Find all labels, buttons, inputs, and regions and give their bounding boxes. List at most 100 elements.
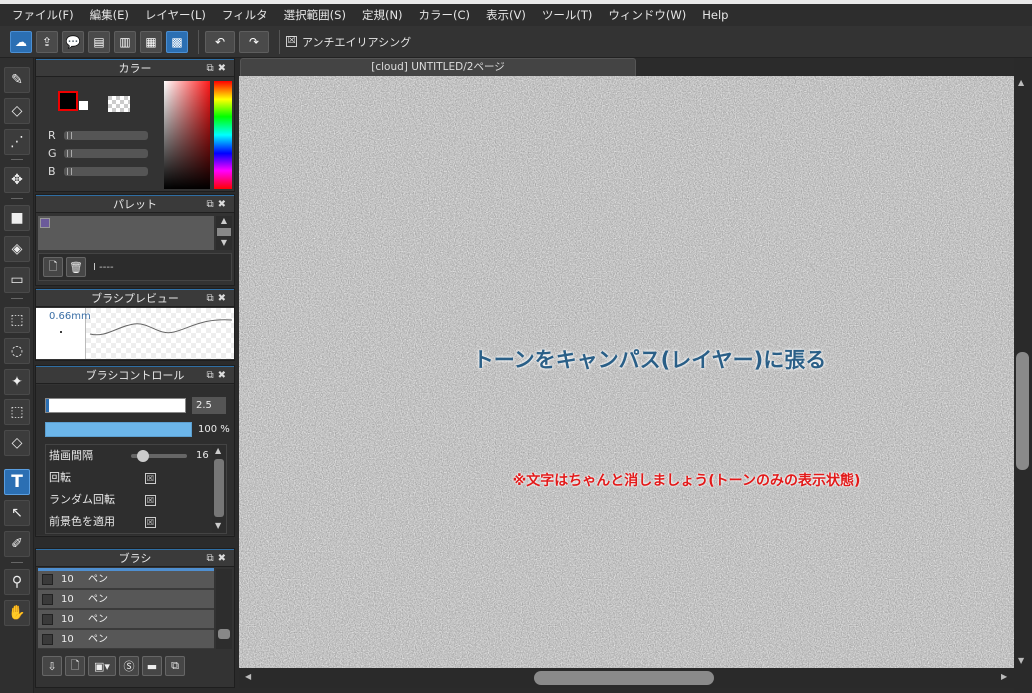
palette-swatch[interactable] [40, 218, 50, 228]
eraser-icon[interactable]: ◇ [4, 98, 30, 124]
brush-list-scrollbar[interactable] [216, 569, 232, 649]
scroll-thumb[interactable] [214, 459, 224, 517]
brush-list-item[interactable]: 10 ペン [38, 570, 214, 589]
canvas[interactable]: トーンをキャンパス(レイヤー)に張る ※文字はちゃんと消しましょう(トーンのみの… [239, 76, 1014, 668]
red-slider[interactable] [64, 130, 148, 140]
scroll-up-icon[interactable]: ▲ [216, 216, 232, 226]
green-slider[interactable] [64, 148, 148, 158]
scroll-left-icon[interactable]: ◀ [245, 672, 251, 681]
eyedropper-icon[interactable]: ✐ [4, 531, 30, 557]
comment-icon[interactable]: ▤ [88, 30, 110, 53]
panel-window-controls[interactable]: ⧉✖ [206, 367, 230, 384]
menu-layer[interactable]: レイヤー(L) [137, 4, 214, 26]
antialias-checkbox[interactable]: ☒ [286, 36, 297, 47]
scroll-up-icon[interactable]: ▲ [1018, 78, 1024, 87]
canvas-horizontal-scrollbar[interactable]: ◀ ▶ [239, 668, 1014, 688]
panel-header: パレット ⧉✖ [36, 195, 234, 213]
brush-icon[interactable]: ✎ [4, 67, 30, 93]
share-icon[interactable]: ⇪ [36, 30, 58, 53]
brush-size-slider[interactable] [45, 398, 186, 413]
rotation-checkbox[interactable]: ☒ [145, 473, 156, 484]
lasso-icon[interactable]: ◌ [4, 338, 30, 364]
canvas-vertical-scrollbar[interactable]: ▲ ▼ [1014, 58, 1032, 668]
brush-item-checkbox[interactable] [42, 574, 53, 585]
move-icon[interactable]: ✥ [4, 167, 30, 193]
page-icon[interactable]: ▥ [114, 30, 136, 53]
fill-bucket-icon[interactable]: ◈ [4, 236, 30, 262]
panel-window-controls[interactable]: ⧉✖ [206, 60, 230, 77]
panel-window-controls[interactable]: ⧉✖ [206, 290, 230, 307]
scroll-up-icon[interactable]: ▲ [215, 446, 221, 455]
spacing-slider-knob[interactable] [137, 450, 149, 462]
brush-settings-icon[interactable]: Ⓢ [119, 656, 139, 676]
page-manager-icon[interactable]: ▦ [140, 30, 162, 53]
brush-size-input[interactable]: 2.5 [192, 397, 226, 414]
panel-window-controls[interactable]: ⧉✖ [206, 196, 230, 213]
rotation-label: 回転 [49, 471, 71, 484]
menu-ruler[interactable]: 定規(N) [354, 4, 411, 26]
brush-list-item[interactable]: 10 ペン [38, 610, 214, 629]
select-pen-icon[interactable]: ⬚ [4, 399, 30, 425]
hand-icon[interactable]: ✋ [4, 600, 30, 626]
menu-filter[interactable]: フィルタ [214, 4, 276, 26]
dot-brush-icon[interactable]: ⋰ [4, 129, 30, 155]
transparent-color-swatch[interactable] [108, 96, 130, 112]
saturation-value-picker[interactable] [164, 81, 210, 189]
cloud-icon[interactable]: ☁ [10, 30, 32, 53]
brush-item-checkbox[interactable] [42, 594, 53, 605]
cloud-download-icon[interactable]: ⇩ [42, 656, 62, 676]
panel-window-controls[interactable]: ⧉✖ [206, 550, 230, 567]
rect-shape-icon[interactable]: ■ [4, 205, 30, 231]
scroll-thumb[interactable] [1016, 352, 1029, 470]
menu-edit[interactable]: 編集(E) [82, 4, 137, 26]
palette-name[interactable]: I ---- [93, 262, 114, 273]
menu-file[interactable]: ファイル(F) [4, 4, 82, 26]
gradient-icon[interactable]: ▭ [4, 267, 30, 293]
menu-selection[interactable]: 選択範囲(S) [276, 4, 354, 26]
scroll-thumb[interactable] [217, 228, 231, 236]
speech-bubble-icon[interactable]: 💬 [62, 30, 84, 53]
scroll-right-icon[interactable]: ▶ [1001, 672, 1007, 681]
undo-icon[interactable]: ↶ [205, 30, 235, 53]
menu-color[interactable]: カラー(C) [411, 4, 479, 26]
palette-scrollbar[interactable]: ▲ ▼ [216, 216, 232, 250]
menu-help[interactable]: Help [694, 4, 736, 26]
apply-fg-color-checkbox[interactable]: ☒ [145, 517, 156, 528]
folder-icon[interactable]: ▬ [142, 656, 162, 676]
rect-select-icon[interactable]: ⬚ [4, 307, 30, 333]
new-page-icon[interactable]: 🗋 [43, 257, 63, 277]
scroll-down-icon[interactable]: ▼ [216, 238, 232, 248]
menu-view[interactable]: 表示(V) [478, 4, 534, 26]
scroll-thumb[interactable] [534, 671, 714, 685]
redo-icon[interactable]: ↷ [239, 30, 269, 53]
spacing-slider[interactable] [131, 450, 187, 462]
brush-list-item[interactable]: 10 ペン [38, 590, 214, 609]
menu-window[interactable]: ウィンドウ(W) [600, 4, 694, 26]
menu-tools[interactable]: ツール(T) [534, 4, 601, 26]
brush-item-checkbox[interactable] [42, 614, 53, 625]
brush-item-checkbox[interactable] [42, 634, 53, 645]
scroll-thumb[interactable] [218, 629, 230, 639]
brush-list-item[interactable]: 10 ペン [38, 630, 214, 649]
dropper-icon[interactable]: ⚲ [4, 569, 30, 595]
duplicate-icon[interactable]: ⧉ [165, 656, 185, 676]
status-strip [239, 688, 1014, 693]
document-tab[interactable]: [cloud] UNTITLED/2ページ [240, 58, 636, 76]
random-rotation-checkbox[interactable]: ☒ [145, 495, 156, 506]
select-eraser-icon[interactable]: ◇ [4, 430, 30, 456]
operation-icon[interactable]: ↖ [4, 500, 30, 526]
new-page-icon[interactable]: 🗋 [65, 656, 85, 676]
scroll-down-icon[interactable]: ▼ [1018, 656, 1024, 665]
blue-slider[interactable] [64, 166, 148, 176]
trash-icon[interactable]: 🗑 [66, 257, 86, 277]
background-color-swatch[interactable] [79, 101, 88, 110]
text-icon[interactable]: T [4, 469, 30, 495]
foreground-color-swatch[interactable] [58, 91, 78, 111]
magic-wand-icon[interactable]: ✦ [4, 369, 30, 395]
brush-opacity-slider[interactable] [45, 422, 192, 437]
brush-options-scrollbar[interactable]: ▲ ▼ [212, 445, 226, 533]
scroll-down-icon[interactable]: ▼ [215, 521, 221, 530]
hue-slider[interactable] [214, 81, 232, 189]
brush-grid-icon[interactable]: ▩ [166, 30, 188, 53]
add-brush-dropdown-icon[interactable]: ▣▾ [88, 656, 116, 676]
